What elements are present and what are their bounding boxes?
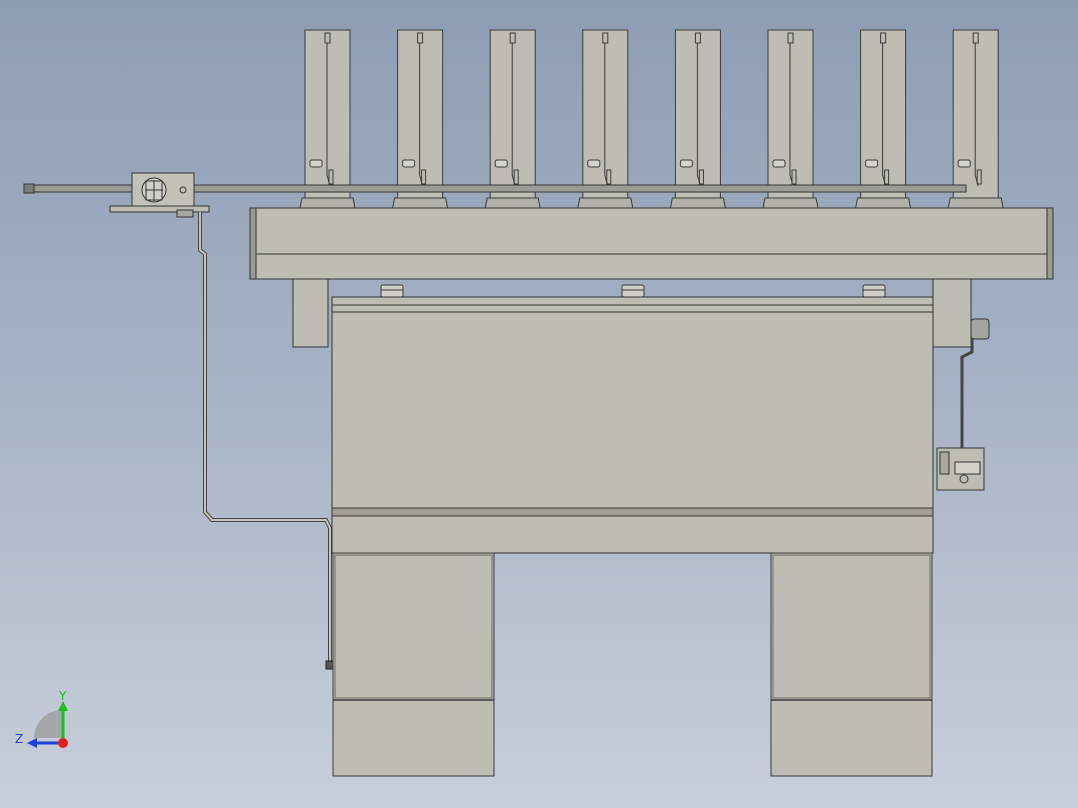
cartridge-foot xyxy=(392,197,449,209)
main-housing[interactable] xyxy=(331,296,934,554)
cad-viewport[interactable]: Y Z xyxy=(0,0,1078,808)
latch-slot xyxy=(954,461,981,475)
cartridge-window xyxy=(865,159,879,168)
support-leg[interactable] xyxy=(770,552,933,777)
cartridge-window xyxy=(309,159,323,168)
z-axis-label: Z xyxy=(15,732,23,746)
rail-body xyxy=(249,207,1054,280)
left-support-block xyxy=(292,278,329,348)
cartridge[interactable] xyxy=(669,29,726,209)
cartridge-foot xyxy=(762,197,819,209)
bracket-bolt xyxy=(176,209,194,218)
right-support-block xyxy=(932,278,972,348)
bracket-plate xyxy=(109,205,210,213)
z-axis-head xyxy=(27,738,37,748)
leg-body xyxy=(332,552,495,777)
cartridge-window xyxy=(957,159,971,168)
latch-spring-wire xyxy=(960,338,974,463)
cartridge[interactable] xyxy=(299,29,356,209)
rod-end-cap xyxy=(23,183,35,194)
bolt-body xyxy=(380,284,404,298)
housing-seam xyxy=(331,507,934,517)
cartridge[interactable] xyxy=(392,29,449,209)
y-axis-label: Y xyxy=(58,689,67,703)
cartridge-foot xyxy=(855,197,912,209)
cartridge-foot xyxy=(669,197,726,209)
cartridge[interactable] xyxy=(577,29,634,209)
support-leg[interactable] xyxy=(332,552,495,777)
cartridge[interactable] xyxy=(762,29,819,209)
rail-end-right xyxy=(1046,207,1054,280)
cartridge-foot xyxy=(577,197,634,209)
bolt-head xyxy=(380,284,404,298)
latch-tab xyxy=(939,451,950,475)
cartridge-foot xyxy=(484,197,541,209)
latch-knob[interactable] xyxy=(970,318,990,340)
bolt-body xyxy=(862,284,886,298)
rail-end-left xyxy=(249,207,257,280)
leg-row xyxy=(332,552,933,777)
cartridge-foot xyxy=(947,197,1004,209)
cartridge-foot xyxy=(299,197,356,209)
cartridge-window xyxy=(772,159,786,168)
bolt-body xyxy=(621,284,645,298)
view-orientation-triad-icon[interactable]: Y Z xyxy=(15,689,68,748)
top-rail[interactable] xyxy=(249,207,1054,280)
bolt-head xyxy=(862,284,886,298)
leg-body xyxy=(770,552,933,777)
cartridge-window xyxy=(587,159,601,168)
cartridge[interactable] xyxy=(484,29,541,209)
cartridge[interactable] xyxy=(947,29,1004,209)
triad-arc xyxy=(34,710,62,738)
x-axis-dot xyxy=(58,738,68,748)
cartridge-window xyxy=(679,159,693,168)
wire-end xyxy=(325,660,334,670)
bolt-row xyxy=(380,284,886,298)
cartridge-window xyxy=(494,159,508,168)
assembly-model[interactable]: Y Z xyxy=(0,0,1078,808)
cartridge-row xyxy=(299,29,1004,209)
bolt-head xyxy=(621,284,645,298)
cartridge-window xyxy=(402,159,416,168)
cartridge[interactable] xyxy=(855,29,912,209)
